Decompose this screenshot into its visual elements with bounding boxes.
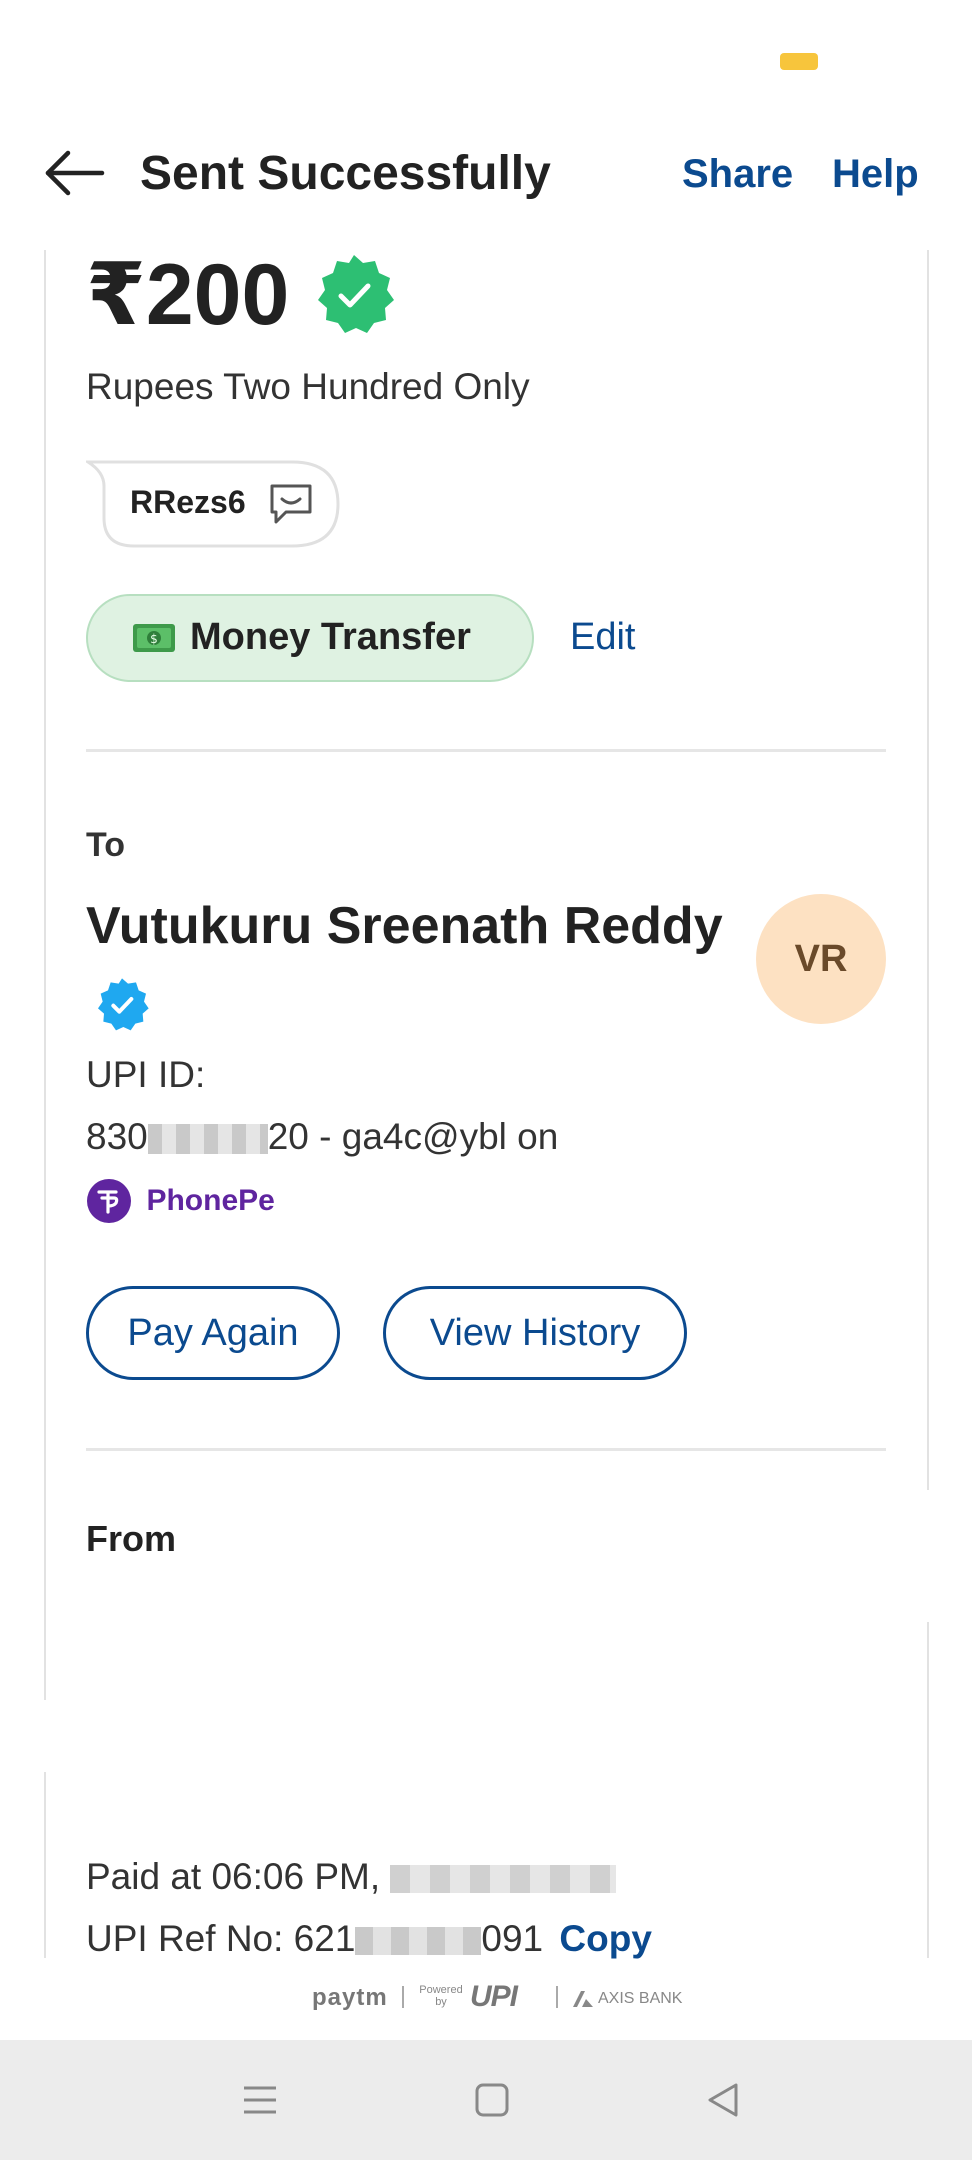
upi-logo: UPI bbox=[470, 1980, 518, 2013]
ref-prefix: UPI Ref No: 621 bbox=[86, 1918, 356, 1959]
upi-app-row: PhonePe bbox=[86, 1178, 275, 1226]
divider bbox=[86, 1448, 886, 1451]
upi-id-prefix: 830 bbox=[86, 1116, 148, 1157]
help-button[interactable]: Help bbox=[832, 152, 919, 197]
masked-digits bbox=[147, 1124, 268, 1155]
divider bbox=[86, 749, 886, 752]
back-triangle-icon[interactable] bbox=[704, 2080, 744, 2120]
status-bar bbox=[0, 0, 972, 120]
to-label: To bbox=[86, 826, 126, 864]
upi-id-label: UPI ID: bbox=[86, 1054, 206, 1095]
note-text: RRezs6 bbox=[130, 484, 246, 520]
verified-badge-icon bbox=[317, 255, 394, 333]
pay-again-button[interactable]: Pay Again bbox=[86, 1286, 340, 1380]
svg-text:$: $ bbox=[150, 632, 158, 646]
phonepe-logo-icon bbox=[87, 1179, 131, 1223]
axis-bank-text: AXIS BANK bbox=[598, 1990, 683, 2008]
card-left-border-lower bbox=[44, 1772, 46, 1958]
recipient-avatar: VR bbox=[756, 894, 886, 1024]
arrow-left-icon[interactable] bbox=[42, 148, 108, 198]
upi-ref-number: UPI Ref No: 621 091 Copy bbox=[86, 1918, 652, 1960]
paid-at-prefix: Paid at 06:06 PM, bbox=[86, 1856, 381, 1897]
paid-at-text: Paid at 06:06 PM, bbox=[86, 1856, 617, 1898]
footer-partner-logos: paytm Powered by UPI AXIS BANK bbox=[0, 1960, 972, 2040]
ref-suffix: 091 bbox=[481, 1918, 544, 1959]
category-chip[interactable]: $ Money Transfer bbox=[86, 594, 534, 682]
amount-value: ₹200 bbox=[86, 247, 290, 343]
share-button[interactable]: Share bbox=[682, 152, 793, 197]
system-navigation-bar bbox=[0, 2040, 972, 2160]
axis-bank-logo: AXIS BANK bbox=[572, 1990, 682, 2008]
page-title: Sent Successfully bbox=[140, 147, 551, 200]
recipient-name-text: Vutukuru Sreenath Reddy bbox=[86, 897, 723, 955]
logo-separator bbox=[556, 1986, 558, 2008]
money-icon: $ bbox=[133, 624, 175, 652]
phonepe-wordmark: PhonePe bbox=[146, 1184, 275, 1217]
upi-id-value: 830 20 - ga4c@ybl on bbox=[86, 1116, 558, 1158]
view-history-button[interactable]: View History bbox=[383, 1286, 687, 1380]
paytm-logo: paytm bbox=[312, 1984, 388, 2011]
masked-ref-digits bbox=[355, 1927, 482, 1956]
copy-button[interactable]: Copy bbox=[559, 1918, 652, 1959]
verified-badge-icon bbox=[98, 978, 149, 1031]
card-right-border bbox=[927, 250, 929, 1490]
from-label: From bbox=[86, 1518, 176, 1559]
edit-category-link[interactable]: Edit bbox=[570, 616, 635, 659]
axis-bank-mark-icon bbox=[573, 1991, 593, 2007]
upi-id-suffix: 20 - ga4c@ybl on bbox=[267, 1116, 559, 1157]
top-app-bar: Sent Successfully Share Help bbox=[0, 130, 972, 220]
payment-note: RRezs6 bbox=[86, 458, 340, 548]
masked-date bbox=[390, 1865, 617, 1894]
logo-separator bbox=[402, 1986, 404, 2008]
powered-by-label: Powered by bbox=[419, 1984, 463, 2008]
card-left-border bbox=[44, 250, 46, 1700]
home-square-icon[interactable] bbox=[472, 2080, 512, 2120]
category-label: Money Transfer bbox=[190, 616, 471, 658]
recipient-name: Vutukuru Sreenath Reddy bbox=[86, 888, 726, 1040]
status-indicator-pill bbox=[780, 53, 818, 70]
card-right-border-lower bbox=[927, 1622, 929, 1958]
menu-icon[interactable] bbox=[240, 2080, 280, 2120]
amount-row: ₹200 bbox=[86, 245, 396, 345]
comment-icon bbox=[270, 484, 312, 524]
amount-in-words: Rupees Two Hundred Only bbox=[86, 366, 530, 407]
